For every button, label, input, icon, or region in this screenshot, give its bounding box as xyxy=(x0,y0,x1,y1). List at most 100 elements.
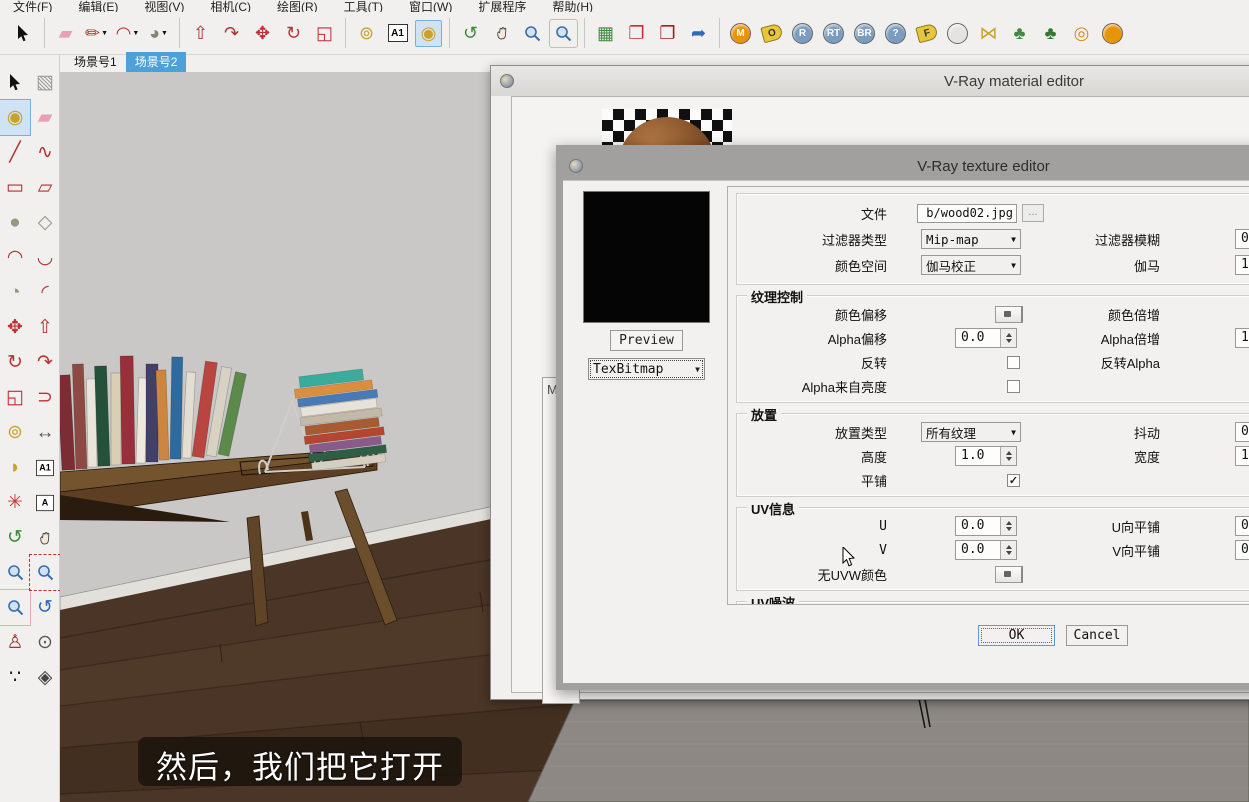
pushpull-tool[interactable]: ⇧ xyxy=(30,310,60,345)
u-tile-field[interactable]: 0 xyxy=(1235,516,1249,536)
text-tool[interactable]: A1 xyxy=(30,450,60,485)
orbit-tool[interactable]: ↺ xyxy=(457,20,484,47)
vray-batch-render-icon[interactable]: BR xyxy=(851,20,878,47)
eraser-tool[interactable]: ▰ xyxy=(30,100,60,135)
move-tool[interactable]: ✥ xyxy=(249,20,276,47)
spinner[interactable] xyxy=(1000,517,1016,535)
menu-item-6[interactable]: 工具(T) xyxy=(331,0,396,12)
filter-blur-field[interactable]: 0.1 xyxy=(1235,229,1249,249)
pie-tool[interactable]: ◔ xyxy=(0,275,30,310)
polygon-tool[interactable]: ◇ xyxy=(30,205,60,240)
zoom-tool[interactable] xyxy=(519,20,546,47)
two-point-arc-tool[interactable]: ◡ xyxy=(30,240,60,275)
menu-item-2[interactable]: 编辑(E) xyxy=(65,0,131,12)
geo-location-icon[interactable]: ▦ xyxy=(592,20,619,47)
line-tool[interactable]: ╱ xyxy=(0,135,30,170)
texture-editor-titlebar[interactable]: V-Ray texture editor xyxy=(563,152,1249,180)
followme-tool[interactable]: ↷ xyxy=(218,20,245,47)
spinner[interactable] xyxy=(1000,447,1016,465)
spinner[interactable] xyxy=(1000,329,1016,347)
vray-proxy-import-icon[interactable]: ♣ xyxy=(1037,20,1064,47)
component-icon[interactable]: ▧ xyxy=(30,65,60,100)
gamma-field[interactable]: 1.0 xyxy=(1235,255,1249,275)
texture-type-dropdown[interactable]: TexBitmap ▼ xyxy=(588,358,705,380)
walk-tool[interactable]: ∵ xyxy=(0,660,30,695)
axes-tool[interactable]: ✳ xyxy=(0,485,30,520)
menu-item-9[interactable]: 帮助(H) xyxy=(539,0,606,12)
three-point-arc-tool[interactable]: ◜ xyxy=(30,275,60,310)
no-uvw-color-button[interactable] xyxy=(995,566,1023,583)
paint-bucket-tool[interactable]: ◉ xyxy=(0,100,30,135)
vray-render-icon[interactable]: R xyxy=(789,20,816,47)
vray-rt-render-icon[interactable]: RT xyxy=(820,20,847,47)
dimension-tool[interactable]: ↔ xyxy=(30,415,60,450)
protractor-tool[interactable]: ◗ xyxy=(0,450,30,485)
vray-help-icon[interactable]: ? xyxy=(882,20,909,47)
menu-item-5[interactable]: 绘图(R) xyxy=(264,0,331,12)
menu-item-4[interactable]: 相机(C) xyxy=(197,0,264,12)
placement-type-dropdown[interactable]: 所有纹理 ▼ xyxy=(921,422,1021,442)
rectangle-tool[interactable]: ▭ xyxy=(0,170,30,205)
jitter-field[interactable]: 0.0 xyxy=(1235,422,1249,442)
eraser-tool[interactable]: ▰ xyxy=(52,20,79,47)
zoom-extents-tool[interactable] xyxy=(0,590,30,625)
dropdown-arrow-icon[interactable]: ▼ xyxy=(101,30,108,37)
file-path-field[interactable]: b/wood02.jpg xyxy=(917,204,1017,223)
preview-button[interactable]: Preview xyxy=(610,330,683,351)
browse-button[interactable]: ... xyxy=(1022,204,1044,222)
send-to-layout-icon[interactable]: ➦ xyxy=(685,20,712,47)
u-field[interactable]: 0.0 xyxy=(955,516,1017,536)
position-camera-tool[interactable]: ♙ xyxy=(0,625,30,660)
scene-tab-2[interactable]: 场景号2 xyxy=(126,52,187,72)
rotate-tool[interactable]: ↻ xyxy=(280,20,307,47)
color-space-dropdown[interactable]: 伽马校正 ▼ xyxy=(921,255,1021,275)
scale-tool[interactable]: ◱ xyxy=(0,380,30,415)
followme-tool[interactable]: ↷ xyxy=(30,345,60,380)
vray-options-icon[interactable]: O xyxy=(758,20,785,47)
export-scene-icon[interactable]: ❐ xyxy=(654,20,681,47)
dropdown-arrow-icon[interactable]: ▼ xyxy=(161,30,168,37)
tape-measure-tool[interactable]: ⊚ xyxy=(353,20,380,47)
scene-tab-1[interactable]: 场景号1 xyxy=(65,52,126,72)
vray-proxy-export-icon[interactable]: ♣ xyxy=(1006,20,1033,47)
circle-tool[interactable]: ● xyxy=(0,205,30,240)
section-plane-tool[interactable]: ◈ xyxy=(30,660,60,695)
zoom-extents-tool[interactable] xyxy=(550,20,577,47)
vray-frame-buffer-icon[interactable]: F xyxy=(913,20,940,47)
menu-item-8[interactable]: 扩展程序 xyxy=(465,0,539,12)
invert-checkbox[interactable] xyxy=(1007,356,1020,369)
arc-tool[interactable]: ◠ xyxy=(0,240,30,275)
width-field[interactable]: 1.0 xyxy=(1235,446,1249,466)
look-around-tool[interactable]: ⊙ xyxy=(30,625,60,660)
zoom-tool[interactable] xyxy=(0,555,30,590)
vray-infinite-plane-icon[interactable]: ⋈ xyxy=(975,20,1002,47)
line-tool[interactable]: ✏▼ xyxy=(83,20,110,47)
arc-tool[interactable]: ◠▼ xyxy=(114,20,141,47)
orbit-tool[interactable]: ↺ xyxy=(0,520,30,555)
vray-sun-icon[interactable]: ◎ xyxy=(1068,20,1095,47)
text-tool[interactable]: A1 xyxy=(384,20,411,47)
scale-tool[interactable]: ◱ xyxy=(311,20,338,47)
ok-button[interactable]: OK xyxy=(978,625,1055,646)
menu-item-3[interactable]: 视图(V) xyxy=(131,0,197,12)
filter-type-dropdown[interactable]: Mip-map ▼ xyxy=(921,229,1021,249)
alpha-from-intensity-checkbox[interactable] xyxy=(1007,380,1020,393)
3d-text-tool[interactable]: A xyxy=(30,485,60,520)
export-model-icon[interactable]: ❐ xyxy=(623,20,650,47)
alpha-offset-field[interactable]: 0.0 xyxy=(955,328,1017,348)
height-field[interactable]: 1.0 xyxy=(955,446,1017,466)
rotate-tool[interactable]: ↻ xyxy=(0,345,30,380)
circle-tool[interactable]: ◕▼ xyxy=(145,20,172,47)
pushpull-tool[interactable]: ⇧ xyxy=(187,20,214,47)
select-tool[interactable] xyxy=(10,20,37,47)
material-editor-titlebar[interactable]: V-Ray material editor xyxy=(491,66,1249,96)
vray-sphere-light-icon[interactable] xyxy=(944,20,971,47)
vray-material-editor-icon[interactable]: M xyxy=(727,20,754,47)
menu-item-1[interactable]: 文件(F) xyxy=(0,0,65,12)
zoom-window-tool[interactable] xyxy=(30,555,60,590)
paint-bucket-tool[interactable]: ◉ xyxy=(415,20,442,47)
freehand-tool[interactable]: ∿ xyxy=(30,135,60,170)
alpha-mult-field[interactable]: 1.0 xyxy=(1235,328,1249,348)
spinner[interactable] xyxy=(1000,541,1016,559)
select-tool[interactable] xyxy=(0,65,30,100)
